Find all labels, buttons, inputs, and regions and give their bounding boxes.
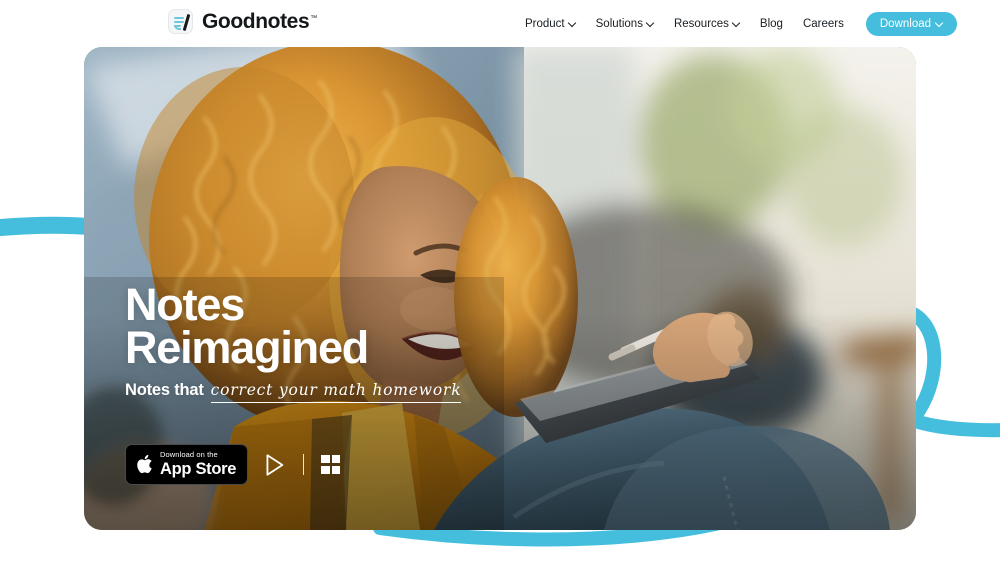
store-divider [303,454,305,475]
nav-item-product[interactable]: Product [515,18,586,30]
chevron-down-icon [647,20,654,27]
brand-name: Goodnotes™ [202,9,317,33]
app-store-name: App Store [160,459,237,478]
chevron-down-icon [936,20,943,27]
hero-copy: Notes Reimagined Notes that correct your… [125,282,845,530]
hero-card: Notes Reimagined Notes that correct your… [84,47,916,530]
app-store-eyebrow: Download on the [160,450,218,459]
nav-item-careers[interactable]: Careers [793,18,854,30]
brand-logo[interactable]: Goodnotes™ [168,9,317,34]
nav-label: Blog [759,17,783,30]
page-title: Notes Reimagined [125,282,845,374]
site-header: Goodnotes™ Product Solutions Resources B… [0,0,1000,47]
store-badges: Download on the App Store [125,444,845,485]
goodnotes-notebook-pen-icon [168,9,193,34]
nav-item-resources[interactable]: Resources [664,18,750,30]
nav-item-solutions[interactable]: Solutions [586,18,664,30]
chevron-down-icon [733,20,740,27]
subtitle-handwritten: correct your math homework [210,381,462,403]
nav-label: Solutions [595,17,643,30]
app-store-text: Download on the App Store [160,451,236,477]
download-button-label: Download [879,17,932,30]
nav-label: Resources [673,17,729,30]
nav-label: Careers [802,17,844,30]
nav-label: Product [525,17,565,30]
trademark-symbol: ™ [310,14,317,22]
download-button[interactable]: Download [865,11,958,36]
main-navigation: Product Solutions Resources Blog Careers… [515,0,958,47]
apple-logo-icon [137,454,152,474]
chevron-down-icon [569,20,576,27]
windows-logo-icon[interactable] [321,455,341,474]
subtitle-static: Notes that [125,381,204,399]
headline-line-2: Reimagined [125,322,369,374]
app-store-badge[interactable]: Download on the App Store [125,444,249,485]
hero-subtitle: Notes that correct your math homework [125,381,845,403]
goodnotes-landing-page: Goodnotes™ Product Solutions Resources B… [0,0,1000,563]
nav-item-blog[interactable]: Blog [750,18,793,30]
google-play-icon[interactable] [265,453,286,476]
